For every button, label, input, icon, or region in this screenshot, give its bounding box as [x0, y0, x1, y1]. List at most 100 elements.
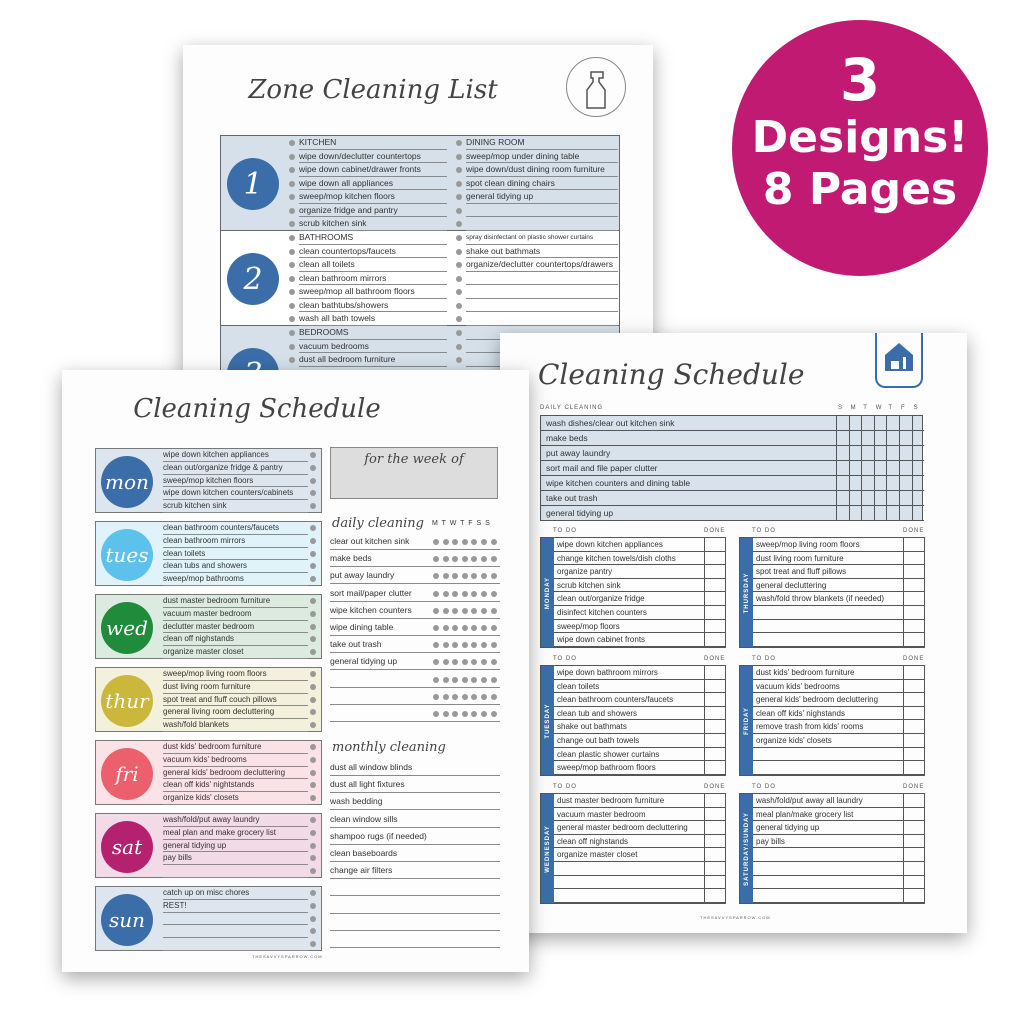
checkbox-cell[interactable]	[836, 431, 849, 446]
done-cell[interactable]	[903, 889, 925, 903]
checkbox-dot[interactable]	[461, 607, 468, 614]
checkbox-dot[interactable]	[452, 607, 459, 614]
done-cell[interactable]	[903, 679, 925, 694]
checkbox-cell[interactable]	[861, 416, 874, 431]
checkbox-cell[interactable]	[899, 506, 912, 521]
checkbox-cell[interactable]	[911, 446, 925, 461]
checkbox-dot[interactable]	[289, 289, 295, 295]
checkbox-dot[interactable]	[442, 642, 449, 649]
checkbox-cell[interactable]	[861, 491, 874, 506]
checkbox-dot[interactable]	[310, 477, 316, 484]
checkbox-cell[interactable]	[848, 461, 862, 476]
checkbox-dot[interactable]	[461, 556, 468, 563]
done-cell[interactable]	[704, 834, 726, 849]
checkbox-dot[interactable]	[310, 576, 316, 583]
done-cell[interactable]	[903, 666, 925, 680]
done-cell[interactable]	[704, 875, 726, 890]
checkbox-dot[interactable]	[310, 464, 316, 471]
checkbox-cell[interactable]	[911, 506, 925, 521]
checkbox-cell[interactable]	[899, 491, 912, 506]
checkbox-cell[interactable]	[836, 506, 849, 521]
checkbox-dot[interactable]	[461, 625, 468, 631]
checkbox-dot[interactable]	[310, 709, 316, 716]
checkbox-cell[interactable]	[873, 476, 887, 491]
checkbox-dot[interactable]	[310, 817, 316, 823]
checkbox-cell[interactable]	[873, 461, 887, 476]
done-cell[interactable]	[903, 821, 925, 835]
checkbox-cell[interactable]	[886, 446, 899, 461]
done-cell[interactable]	[903, 734, 925, 748]
done-cell[interactable]	[704, 679, 726, 694]
checkbox-cell[interactable]	[848, 431, 862, 446]
checkbox-cell[interactable]	[836, 476, 849, 491]
checkbox-cell[interactable]	[848, 476, 862, 491]
checkbox-dot[interactable]	[289, 194, 295, 200]
checkbox-dot[interactable]	[289, 207, 295, 214]
checkbox-dot[interactable]	[289, 343, 295, 350]
week-of-box[interactable]: for the week of	[330, 447, 498, 499]
checkbox-dot[interactable]	[433, 693, 439, 700]
done-cell[interactable]	[704, 592, 726, 606]
checkbox-dot[interactable]	[433, 676, 439, 683]
checkbox-dot[interactable]	[310, 941, 316, 948]
done-cell[interactable]	[903, 551, 925, 566]
done-cell[interactable]	[903, 619, 925, 634]
checkbox-cell[interactable]	[873, 491, 887, 506]
checkbox-dot[interactable]	[442, 625, 449, 631]
done-cell[interactable]	[704, 578, 726, 593]
checkbox-cell[interactable]	[873, 431, 887, 446]
checkbox-cell[interactable]	[861, 446, 874, 461]
checkbox-dot[interactable]	[452, 676, 459, 683]
done-cell[interactable]	[704, 619, 726, 634]
done-cell[interactable]	[903, 633, 925, 647]
checkbox-dot[interactable]	[456, 262, 462, 268]
checkbox-dot[interactable]	[456, 289, 462, 295]
checkbox-cell[interactable]	[886, 491, 899, 506]
done-cell[interactable]	[903, 720, 925, 734]
checkbox-dot[interactable]	[310, 623, 316, 630]
checkbox-cell[interactable]	[899, 476, 912, 491]
checkbox-cell[interactable]	[861, 476, 874, 491]
checkbox-dot[interactable]	[310, 722, 316, 729]
checkbox-dot[interactable]	[433, 625, 439, 631]
checkbox-dot[interactable]	[456, 140, 462, 146]
done-cell[interactable]	[704, 794, 726, 808]
checkbox-dot[interactable]	[310, 915, 316, 922]
checkbox-cell[interactable]	[848, 416, 862, 431]
checkbox-dot[interactable]	[289, 167, 295, 173]
checkbox-dot[interactable]	[442, 539, 449, 545]
done-cell[interactable]	[704, 889, 726, 903]
checkbox-dot[interactable]	[461, 693, 468, 700]
checkbox-cell[interactable]	[911, 491, 925, 506]
checkbox-dot[interactable]	[456, 153, 462, 160]
checkbox-dot[interactable]	[490, 642, 497, 649]
checkbox-dot[interactable]	[456, 248, 462, 255]
checkbox-dot[interactable]	[461, 711, 468, 717]
checkbox-dot[interactable]	[490, 676, 497, 683]
checkbox-dot[interactable]	[310, 490, 316, 497]
checkbox-dot[interactable]	[456, 167, 462, 173]
checkbox-dot[interactable]	[456, 302, 462, 309]
checkbox-dot[interactable]	[310, 683, 316, 690]
checkbox-cell[interactable]	[911, 461, 925, 476]
checkbox-dot[interactable]	[442, 607, 449, 614]
checkbox-cell[interactable]	[861, 431, 874, 446]
checkbox-dot[interactable]	[310, 598, 316, 604]
checkbox-cell[interactable]	[848, 491, 862, 506]
checkbox-dot[interactable]	[433, 607, 439, 614]
checkbox-dot[interactable]	[461, 590, 468, 597]
checkbox-dot[interactable]	[456, 194, 462, 200]
done-cell[interactable]	[903, 592, 925, 606]
checkbox-dot[interactable]	[310, 769, 316, 776]
checkbox-dot[interactable]	[310, 855, 316, 862]
checkbox-dot[interactable]	[289, 302, 295, 309]
checkbox-dot[interactable]	[310, 744, 316, 750]
checkbox-dot[interactable]	[433, 711, 439, 717]
done-cell[interactable]	[903, 848, 925, 862]
checkbox-dot[interactable]	[289, 275, 295, 282]
done-cell[interactable]	[704, 706, 726, 721]
done-cell[interactable]	[903, 794, 925, 808]
checkbox-dot[interactable]	[310, 452, 316, 458]
checkbox-dot[interactable]	[310, 928, 316, 935]
checkbox-cell[interactable]	[836, 416, 849, 431]
